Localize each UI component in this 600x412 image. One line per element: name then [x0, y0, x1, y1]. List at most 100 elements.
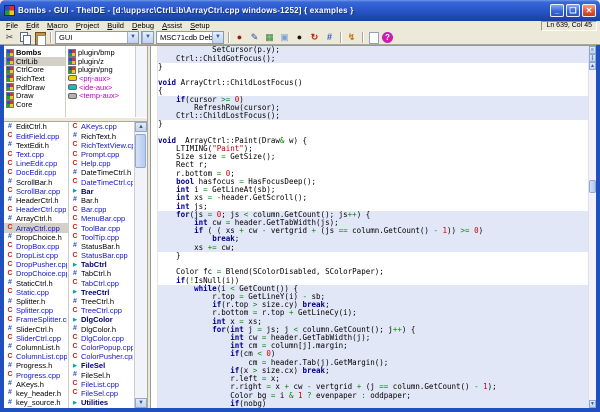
chevron-down-icon[interactable]: ▼ — [142, 32, 153, 43]
scrollbar-track[interactable] — [135, 132, 147, 398]
splitter-grip-icon[interactable]: ∥ — [589, 54, 596, 63]
cut-icon[interactable]: ✂ — [3, 31, 16, 44]
package-item[interactable]: CtrlLib — [4, 56, 65, 66]
secondary-combo[interactable]: ▼ — [141, 31, 154, 44]
sphere-icon[interactable]: ● — [233, 31, 246, 44]
file-item[interactable]: ▶ Utilities — [69, 398, 134, 407]
code-line[interactable]: if(nobg) — [158, 399, 588, 408]
menu-item-debug[interactable]: Debug — [128, 21, 158, 31]
file-item[interactable]: C DropBox.cpp — [4, 242, 68, 251]
page-icon[interactable] — [367, 31, 380, 44]
chevron-down-icon[interactable]: ▼ — [127, 32, 138, 43]
file-item[interactable]: ▶ DlgColor — [69, 315, 134, 324]
splitter-grip-icon[interactable]: ≡ — [589, 46, 596, 55]
menu-item-setup[interactable]: Setup — [186, 21, 214, 31]
file-item[interactable]: ▶ TreeCtrl — [69, 288, 134, 297]
menu-item-project[interactable]: Project — [72, 21, 103, 31]
file-item[interactable]: # ScrollBar.h — [4, 178, 68, 187]
minimize-button[interactable]: _ — [550, 3, 564, 17]
file-item[interactable]: C HeaderCtrl.cpp — [4, 205, 68, 214]
file-item[interactable]: # DateTimeCtrl.h — [69, 168, 134, 177]
close-button[interactable]: ✕ — [582, 3, 596, 17]
package-file-item[interactable]: plugin/bmp — [66, 48, 135, 57]
scroll-up-icon[interactable]: ▲ — [589, 62, 596, 71]
file-item[interactable]: # key_header.h — [4, 389, 68, 398]
file-item[interactable]: C ArrayCtrl.cpp — [4, 223, 68, 233]
file-item[interactable]: C TabCtrl.cpp — [69, 279, 134, 288]
file-item[interactable]: # FileSel.h — [69, 370, 134, 380]
chevron-down-icon[interactable]: ▼ — [212, 32, 223, 43]
file-item[interactable]: C StatusBar.cpp — [69, 251, 134, 260]
package-item[interactable]: CtrlCore — [4, 66, 65, 74]
file-item[interactable]: # EditCtrl.h — [4, 122, 68, 131]
file-item[interactable]: C DropList.cpp — [4, 251, 68, 260]
code-lines[interactable]: SetCursor(p.y); Ctrl::ChildGotFocus();} v… — [158, 46, 588, 408]
file-item[interactable]: # key_source.h — [4, 398, 68, 407]
package-file-item[interactable]: <temp-aux> — [66, 91, 135, 100]
scrollbar-thumb[interactable] — [589, 180, 596, 194]
menu-item-assist[interactable]: Assist — [158, 21, 186, 31]
file-item[interactable]: # TreeCtrl.h — [69, 297, 134, 306]
scroll-up-icon[interactable]: ▲ — [135, 122, 147, 133]
file-item[interactable]: C FileSel.cpp — [69, 389, 134, 398]
package-item[interactable]: PdfDraw — [4, 83, 65, 91]
code-line[interactable]: Ctrl::ChildGotFocus(); — [158, 54, 588, 63]
file-item[interactable]: C DropPusher.cpp — [4, 260, 68, 269]
file-item[interactable]: C Progress.cpp — [4, 370, 68, 380]
file-item[interactable]: # Progress.h — [4, 361, 68, 370]
help-icon[interactable]: ? — [382, 32, 393, 43]
blocks-icon[interactable]: ▦ — [263, 31, 276, 44]
file-item[interactable]: # TextEdit.h — [4, 141, 68, 150]
code-editor[interactable]: SetCursor(p.y); Ctrl::ChildGotFocus();} v… — [151, 46, 588, 408]
file-item[interactable]: # AKeys.h — [4, 380, 68, 389]
file-item[interactable]: # ArrayCtrl.h — [4, 214, 68, 223]
file-item[interactable]: # ColumnList.h — [4, 343, 68, 352]
paste-icon[interactable] — [33, 31, 46, 46]
package-file-item[interactable]: <ide-aux> — [66, 83, 135, 91]
scroll-down-icon[interactable]: ▼ — [135, 398, 147, 408]
file-item[interactable]: # SliderCtrl.h — [4, 325, 68, 334]
file-item[interactable]: CFrameSplitter.cpp — [4, 315, 68, 324]
file-item[interactable]: C ColorPusher.cpp — [69, 352, 134, 361]
main-config-combo[interactable]: GUI ▼ — [55, 31, 139, 44]
file-item[interactable]: # HeaderCtrl.h — [4, 196, 68, 205]
package-file-item[interactable]: <prj-aux> — [66, 74, 135, 83]
packages-scrollbar[interactable] — [136, 46, 147, 118]
code-line[interactable]: } — [158, 120, 588, 128]
file-item[interactable]: C DropChoice.cpp — [4, 269, 68, 278]
refresh-icon[interactable]: ↻ — [308, 31, 321, 44]
file-item[interactable]: CDateTimeCtrl.cpp — [69, 178, 134, 187]
code-line[interactable]: int xs = -header.GetScroll(); — [158, 194, 588, 202]
file-item[interactable]: C Help.cpp — [69, 159, 134, 168]
menu-item-build[interactable]: Build — [103, 21, 128, 31]
package-item[interactable]: Bombs — [4, 48, 65, 57]
file-item[interactable]: # DropChoice.h — [4, 233, 68, 242]
package-file-item[interactable]: plugin/z — [66, 57, 135, 66]
file-item[interactable]: # TabCtrl.h — [69, 269, 134, 278]
file-item[interactable]: C ToolTip.cpp — [69, 233, 134, 242]
file-item[interactable]: C TreeCtrl.cpp — [69, 306, 134, 315]
file-item[interactable]: C SliderCtrl.cpp — [4, 334, 68, 343]
file-item[interactable]: C Text.cpp — [4, 150, 68, 159]
file-item[interactable]: # DlgColor.h — [69, 325, 134, 334]
file-item[interactable]: # RichText.h — [69, 132, 134, 141]
file-item[interactable]: C DocEdit.cpp — [4, 168, 68, 177]
scrollbar-thumb[interactable] — [135, 134, 146, 169]
menu-item-file[interactable]: File — [2, 21, 22, 31]
code-line[interactable]: } — [158, 62, 588, 71]
file-item[interactable]: C Bar.cpp — [69, 205, 134, 214]
package-list[interactable]: Bombs CtrlLib CtrlCore RichText PdfDraw Draw C… — [4, 46, 66, 118]
code-line[interactable]: xs += cw; — [158, 243, 588, 252]
file-item[interactable]: C MenuBar.cpp — [69, 214, 134, 223]
maximize-button[interactable]: ❏ — [566, 3, 580, 17]
package-item[interactable]: Draw — [4, 91, 65, 100]
titlebar[interactable]: Bombs - GUI - TheIDE - [d:\uppsrc\CtrlLi… — [0, 0, 600, 21]
file-item[interactable]: C Splitter.cpp — [4, 306, 68, 315]
file-item[interactable]: # Splitter.h — [4, 297, 68, 306]
package-item[interactable]: RichText — [4, 74, 65, 83]
editor-scrollbar[interactable]: ≡ ∥ ▲ ▼ — [588, 46, 596, 408]
file-item[interactable]: C ColumnList.cpp — [4, 352, 68, 361]
file-item[interactable]: C DlgColor.cpp — [69, 334, 134, 343]
file-list-scrollbar[interactable]: ▲ ▼ — [135, 122, 147, 408]
code-line[interactable]: Size size = GetSize(); — [158, 153, 588, 161]
